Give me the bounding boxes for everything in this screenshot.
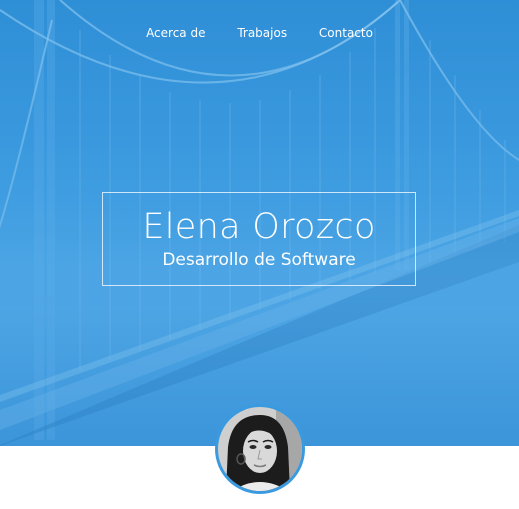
hero-title-box: Elena Orozco Desarrollo de Software bbox=[102, 192, 416, 286]
hero-role: Desarrollo de Software bbox=[162, 250, 356, 270]
nav-item-trabajos[interactable]: Trabajos bbox=[237, 26, 287, 40]
page: Acerca de Trabajos Contacto Elena Orozco… bbox=[0, 0, 519, 509]
hero-name: Elena Orozco bbox=[142, 207, 376, 247]
hero-banner: Acerca de Trabajos Contacto Elena Orozco… bbox=[0, 0, 519, 446]
nav-item-acerca-de[interactable]: Acerca de bbox=[146, 26, 205, 40]
profile-photo bbox=[218, 407, 302, 491]
main-nav: Acerca de Trabajos Contacto bbox=[0, 26, 519, 40]
avatar bbox=[215, 404, 305, 494]
nav-item-contacto[interactable]: Contacto bbox=[319, 26, 373, 40]
